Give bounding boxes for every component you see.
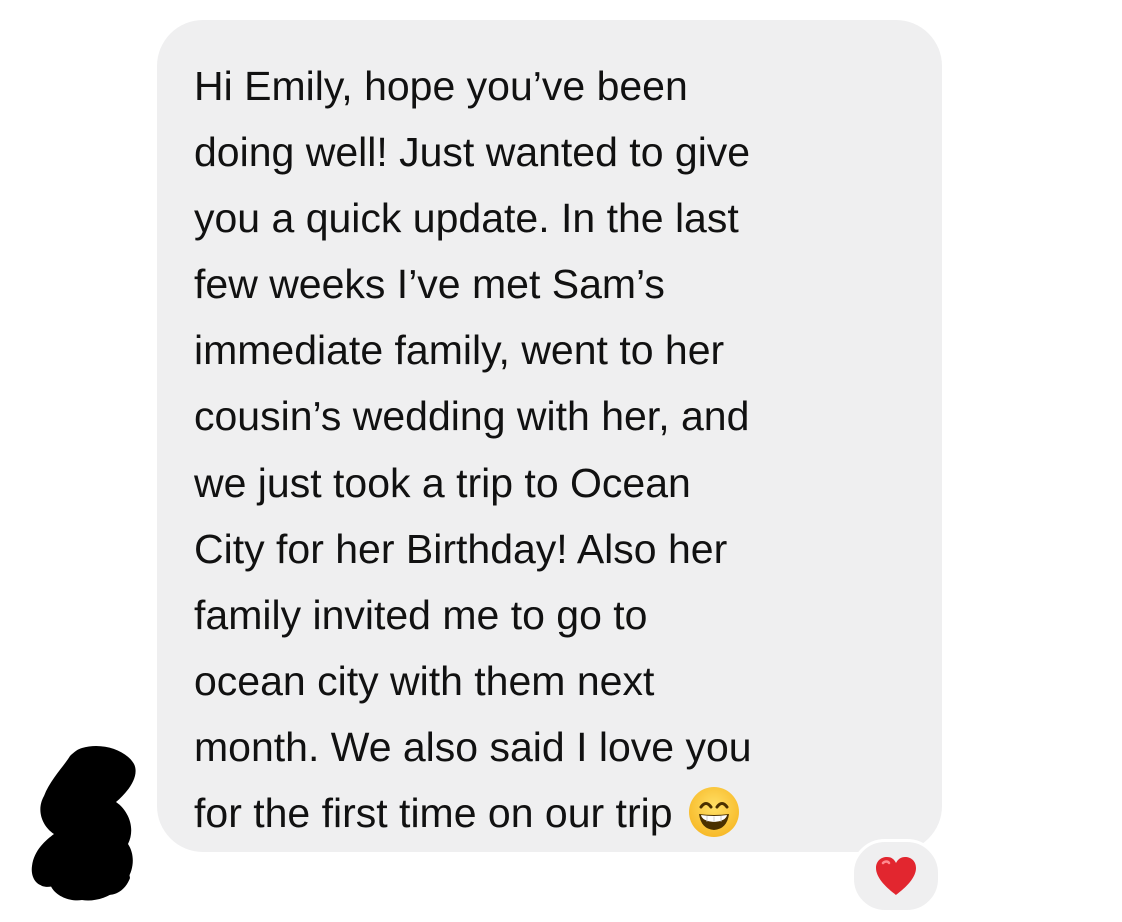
message-line: cousin’s wedding with her, and: [194, 393, 750, 440]
message-line: ocean city with them next: [194, 657, 655, 704]
message-line: we just took a trip to Ocean: [194, 459, 691, 506]
message-line: month. We also said I love you: [194, 723, 752, 770]
message-line: immediate family, went to her: [194, 327, 725, 374]
message-line-last: for the first time on our trip: [194, 780, 922, 846]
red-heart-icon: [876, 857, 916, 895]
message-line: you a quick update. In the last: [194, 195, 739, 242]
heart-reaction-badge[interactable]: [851, 839, 941, 913]
message-line-text: for the first time on our trip: [194, 790, 673, 837]
message-line: City for her Birthday! Also her: [194, 525, 728, 572]
message-line: few weeks I’ve met Sam’s: [194, 261, 665, 308]
redacted-avatar: [31, 745, 136, 901]
message-line: doing well! Just wanted to give: [194, 129, 751, 176]
message-bubble[interactable]: Hi Emily, hope you’ve been doing well! J…: [157, 20, 942, 852]
grinning-face-with-smiling-eyes-icon: [688, 787, 739, 838]
message-line: Hi Emily, hope you’ve been: [194, 63, 688, 109]
message-line: family invited me to go to: [194, 591, 648, 638]
